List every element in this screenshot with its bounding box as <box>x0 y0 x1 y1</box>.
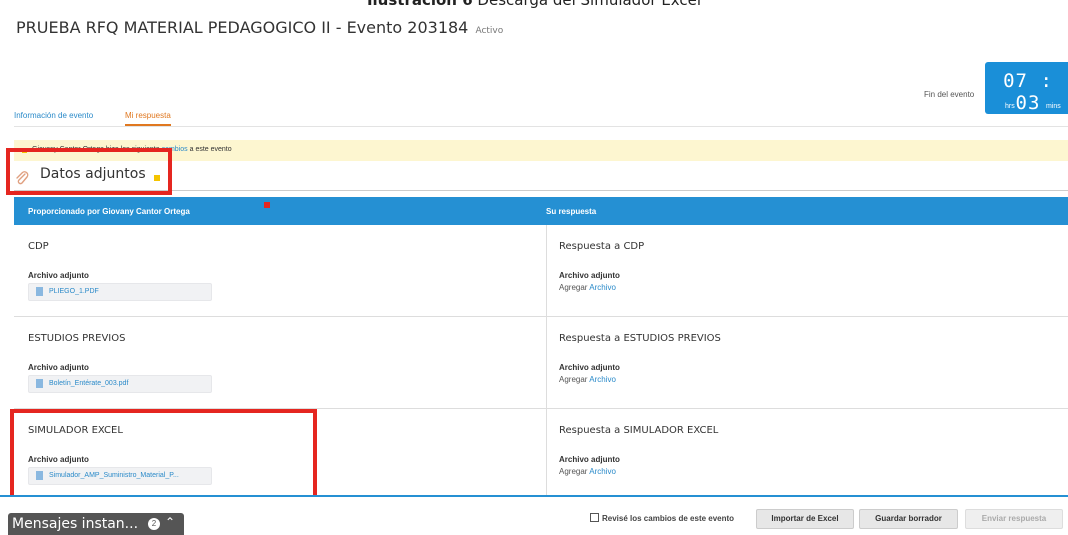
chat-count-badge: 2 <box>148 518 160 530</box>
attachment-label: Archivo adjunto <box>28 271 89 280</box>
annotation-box-simulator <box>10 409 317 508</box>
status-badge: Activo <box>475 26 504 36</box>
caption-number: Ilustración 6 <box>366 0 473 9</box>
send-response-button[interactable]: Enviar respuesta <box>965 509 1063 529</box>
response-title: Respuesta a CDP <box>559 241 645 252</box>
item-name: CDP <box>28 241 49 252</box>
response-title: Respuesta a SIMULADOR EXCEL <box>559 425 719 436</box>
chat-label: Mensajes instan... <box>12 516 139 532</box>
countdown-separator: : <box>1040 70 1053 92</box>
add-file-link[interactable]: Archivo <box>589 283 616 292</box>
table-row: ESTUDIOS PREVIOS Archivo adjunto Boletín… <box>14 317 1068 409</box>
add-file-link[interactable]: Archivo <box>589 375 616 384</box>
tab-my-response[interactable]: Mi respuesta <box>125 111 171 126</box>
attachment-label: Archivo adjunto <box>559 271 620 280</box>
attachments-section-header: Datos adjuntos <box>14 165 1068 191</box>
col-provided-by: Proporcionado por Giovany Cantor Ortega <box>28 207 190 216</box>
page-title: PRUEBA RFQ MATERIAL PEDAGOGICO II - Even… <box>16 18 503 37</box>
col-your-response: Su respuesta <box>546 207 597 216</box>
save-draft-button[interactable]: Guardar borrador <box>859 509 958 529</box>
notice-text-after: a este evento <box>187 146 232 153</box>
checkbox-label: Revisé los cambios de este evento <box>602 514 735 523</box>
tab-event-info[interactable]: Información de evento <box>14 111 93 120</box>
countdown-hours: 07 <box>1003 70 1028 92</box>
add-file-link[interactable]: Archivo <box>589 467 616 476</box>
attachment-label: Archivo adjunto <box>559 455 620 464</box>
attachment-file[interactable]: Boletín_Entérate_003.pdf <box>28 375 212 393</box>
attachment-file[interactable]: PLIEGO_1.PDF <box>28 283 212 301</box>
annotation-dot <box>264 202 270 208</box>
item-name: ESTUDIOS PREVIOS <box>28 333 126 344</box>
import-excel-button[interactable]: Importar de Excel <box>756 509 854 529</box>
tab-bar: Información de evento Mi respuesta <box>14 108 1068 127</box>
attachment-label: Archivo adjunto <box>559 363 620 372</box>
document-icon <box>36 379 43 388</box>
countdown-timer: 07 : 03 hrs mins <box>985 62 1068 114</box>
instant-messages-tab[interactable]: Mensajes instan... 2 ⌃ <box>8 513 184 535</box>
response-title: Respuesta a ESTUDIOS PREVIOS <box>559 333 721 344</box>
column-divider <box>546 225 547 495</box>
annotation-box-header <box>6 148 172 195</box>
add-file: Agregar Archivo <box>559 375 616 384</box>
footer-bar: Mensajes instan... 2 ⌃ Revisé los cambio… <box>0 497 1068 535</box>
checkbox-icon[interactable] <box>590 513 599 522</box>
reviewed-changes-checkbox[interactable]: Revisé los cambios de este evento <box>590 513 734 523</box>
add-file: Agregar Archivo <box>559 467 616 476</box>
file-name: Boletín_Entérate_003.pdf <box>49 380 129 387</box>
add-label: Agregar <box>559 375 588 384</box>
add-label: Agregar <box>559 467 588 476</box>
event-title: PRUEBA RFQ MATERIAL PEDAGOGICO II - Even… <box>16 18 469 37</box>
figure-caption: Ilustración 6 Descarga del Simulador Exc… <box>0 0 1068 9</box>
attachment-label: Archivo adjunto <box>28 363 89 372</box>
document-icon <box>36 287 43 296</box>
table-header: Proporcionado por Giovany Cantor Ortega … <box>14 197 1068 225</box>
countdown-label: Fin del evento <box>924 90 975 99</box>
add-file: Agregar Archivo <box>559 283 616 292</box>
add-label: Agregar <box>559 283 588 292</box>
changes-notice: Giovany Cantor Ortega hizo los siguiente… <box>14 140 1068 161</box>
chevron-up-icon: ⌃ <box>165 515 176 529</box>
table-row: CDP Archivo adjunto PLIEGO_1.PDF Respues… <box>14 225 1068 317</box>
file-name: PLIEGO_1.PDF <box>49 288 99 295</box>
caption-text: Descarga del Simulador Excel <box>472 0 702 9</box>
